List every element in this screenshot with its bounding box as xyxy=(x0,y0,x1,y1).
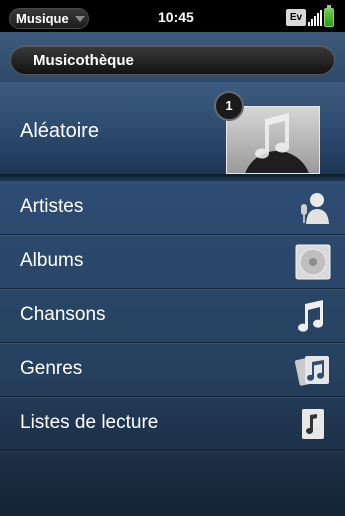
music-library-screen: Musique 10:45 Ev Aléatoire 1 Musicothèqu… xyxy=(0,0,345,516)
status-bar: Musique 10:45 Ev xyxy=(0,0,345,32)
shuffle-label: Aléatoire xyxy=(20,120,99,142)
playlist-icon xyxy=(302,409,324,439)
new-count-badge: 1 xyxy=(214,91,244,121)
app-menu-label: Musique xyxy=(16,11,69,26)
app-menu-button[interactable]: Musique xyxy=(9,8,89,29)
battery-icon xyxy=(324,5,334,27)
library-title-bar: Musicothèque xyxy=(10,45,335,75)
artist-icon xyxy=(301,193,329,224)
list-item-label: Chansons xyxy=(20,304,106,325)
library-list: Artistes Albums Chansons Genres Listes d… xyxy=(0,181,345,516)
list-item-label: Albums xyxy=(20,250,84,271)
list-item-label: Artistes xyxy=(20,196,84,217)
album-disc-icon xyxy=(295,244,331,280)
genres-stack-icon xyxy=(295,356,329,386)
music-notes-icon xyxy=(298,300,323,332)
page-title: Musicothèque xyxy=(33,51,134,69)
list-item-label: Listes de lecture xyxy=(20,412,159,433)
list-item-songs[interactable]: Chansons xyxy=(0,289,345,343)
clock: 10:45 xyxy=(158,9,194,25)
list-item-genres[interactable]: Genres xyxy=(0,343,345,397)
network-type-icon: Ev xyxy=(286,9,306,26)
list-item-albums[interactable]: Albums xyxy=(0,235,345,289)
list-item-playlists[interactable]: Listes de lecture xyxy=(0,397,345,451)
list-item-artists[interactable]: Artistes xyxy=(0,181,345,235)
chevron-down-icon xyxy=(74,15,85,22)
signal-strength-icon xyxy=(308,10,322,26)
list-item-label: Genres xyxy=(20,358,83,379)
album-cover-thumbnail[interactable] xyxy=(226,106,320,174)
section-divider xyxy=(0,174,345,181)
